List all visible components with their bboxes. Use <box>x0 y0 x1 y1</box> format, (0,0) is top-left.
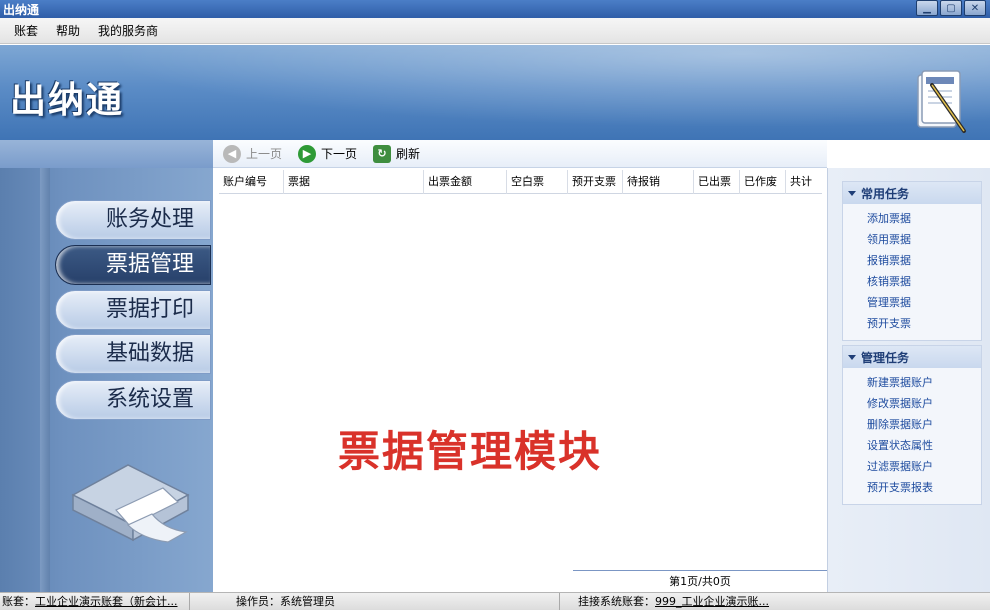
app-logo: 出纳通 <box>10 80 125 121</box>
task-delete-bill-account[interactable]: 删除票据账户 <box>867 414 981 435</box>
close-button[interactable]: ✕ <box>964 0 986 16</box>
column-header-account-no[interactable]: 账户编号 <box>219 170 283 194</box>
task-pre-issue-cheque-report[interactable]: 预开支票报表 <box>867 477 981 498</box>
task-add-bill[interactable]: 添加票据 <box>867 208 981 229</box>
column-header-amount[interactable]: 出票金额 <box>423 170 506 194</box>
column-header-bill[interactable]: 票据 <box>283 170 423 194</box>
status-linked-account: 挂接系统账套：999_工业企业演示账... <box>560 593 770 610</box>
task-receive-bill[interactable]: 领用票据 <box>867 229 981 250</box>
prev-page-label: 上一页 <box>246 147 283 161</box>
task-edit-bill-account[interactable]: 修改票据账户 <box>867 393 981 414</box>
status-linked-link[interactable]: 999_工业企业演示账... <box>655 595 769 608</box>
column-header-total[interactable]: 共计 <box>785 170 822 194</box>
nav-accounting[interactable]: 账务处理 <box>55 200 211 240</box>
menu-item-help[interactable]: 帮助 <box>47 22 89 39</box>
task-set-status-attribute[interactable]: 设置状态属性 <box>867 435 981 456</box>
nav-bill-management[interactable]: 票据管理 <box>55 245 211 285</box>
column-header-pending-reimburse[interactable]: 待报销 <box>622 170 693 194</box>
task-new-bill-account[interactable]: 新建票据账户 <box>867 372 981 393</box>
bill-grid: 账户编号 票据 出票金额 空白票 预开支票 待报销 已出票 已作废 共计 票据管… <box>213 168 827 588</box>
collapse-caret-icon <box>848 354 856 360</box>
refresh-button[interactable]: ↻ 刷新 <box>373 144 421 163</box>
minimize-button[interactable]: ▁ <box>916 0 938 16</box>
status-operator: 操作员：系统管理员 <box>190 592 560 610</box>
arrow-right-icon: ▶ <box>298 144 317 163</box>
left-nav-panel: 账务处理 票据管理 票据打印 基础数据 系统设置 <box>0 140 213 592</box>
nav-basic-data[interactable]: 基础数据 <box>55 334 211 374</box>
status-account-link[interactable]: 工业企业演示账套（新会计... <box>35 595 178 608</box>
task-pre-issue-cheque[interactable]: 预开支票 <box>867 313 981 334</box>
menu-item-account-set[interactable]: 账套 <box>5 22 47 39</box>
column-header-voided[interactable]: 已作废 <box>739 170 785 194</box>
grid-toolbar: ◀ 上一页 ▶ 下一页 ↻ 刷新 <box>213 140 827 168</box>
menu-bar: 账套 帮助 我的服务商 <box>0 18 990 44</box>
column-header-issued[interactable]: 已出票 <box>693 170 739 194</box>
status-linked-label: 挂接系统账套： <box>578 594 655 608</box>
task-filter-bill-account[interactable]: 过滤票据账户 <box>867 456 981 477</box>
status-account-set: 账套：工业企业演示账套（新会计... <box>0 592 190 610</box>
notebook-pen-icon <box>917 70 966 133</box>
arrow-left-icon: ◀ <box>223 144 241 163</box>
nav-system-settings[interactable]: 系统设置 <box>55 380 211 420</box>
task-group-manage: 管理任务 新建票据账户 修改票据账户 删除票据账户 设置状态属性 过滤票据账户 … <box>842 345 982 505</box>
status-bar: 账套：工业企业演示账套（新会计... 操作员：系统管理员 挂接系统账套：999_… <box>0 592 990 610</box>
next-page-button[interactable]: ▶ 下一页 <box>298 144 358 163</box>
next-page-label: 下一页 <box>321 147 358 161</box>
task-group-common-header[interactable]: 常用任务 <box>843 182 981 204</box>
window-titlebar: 出纳通 ▁ ▢ ✕ <box>0 0 990 18</box>
column-header-pre-issued[interactable]: 预开支票 <box>567 170 622 194</box>
task-pane: 常用任务 添加票据 领用票据 报销票据 核销票据 管理票据 预开支票 管理任务 … <box>827 168 990 592</box>
column-header-blank[interactable]: 空白票 <box>506 170 567 194</box>
refresh-icon: ↻ <box>373 144 392 163</box>
printer-icon <box>71 464 190 543</box>
app-banner: 出纳通 <box>0 45 990 140</box>
nav-bill-printing[interactable]: 票据打印 <box>55 290 211 330</box>
grid-header: 账户编号 票据 出票金额 空白票 预开支票 待报销 已出票 已作废 共计 <box>219 170 822 194</box>
maximize-button[interactable]: ▢ <box>940 0 962 16</box>
task-group-manage-title: 管理任务 <box>861 350 910 365</box>
window-controls: ▁ ▢ ✕ <box>916 0 986 16</box>
task-group-manage-header[interactable]: 管理任务 <box>843 346 981 368</box>
refresh-label: 刷新 <box>396 147 421 161</box>
task-verify-bill[interactable]: 核销票据 <box>867 271 981 292</box>
window-title: 出纳通 <box>3 3 40 17</box>
status-account-label: 账套： <box>2 594 35 608</box>
task-group-common: 常用任务 添加票据 领用票据 报销票据 核销票据 管理票据 预开支票 <box>842 181 982 341</box>
menu-item-service-provider[interactable]: 我的服务商 <box>89 22 167 39</box>
task-group-common-title: 常用任务 <box>861 186 910 201</box>
module-label: 票据管理模块 <box>338 427 603 476</box>
collapse-caret-icon <box>848 190 856 196</box>
pager-status: 第1页/共0页 <box>573 570 827 592</box>
prev-page-button[interactable]: ◀ 上一页 <box>223 144 283 163</box>
task-manage-bill[interactable]: 管理票据 <box>867 292 981 313</box>
task-reimburse-bill[interactable]: 报销票据 <box>867 250 981 271</box>
